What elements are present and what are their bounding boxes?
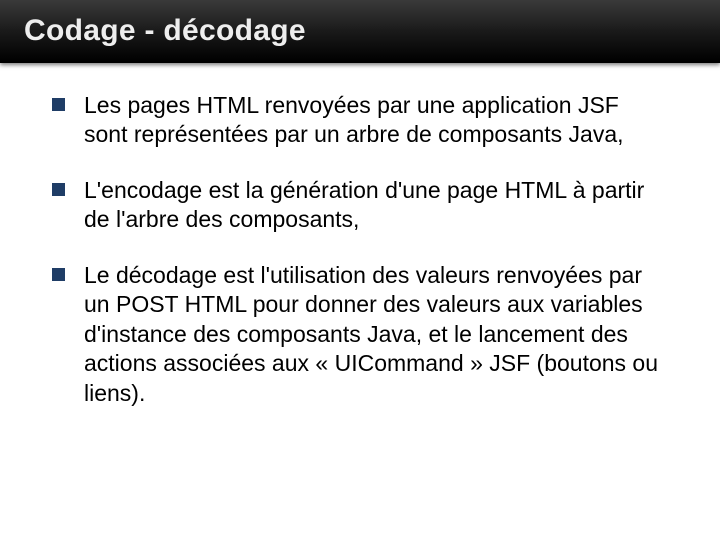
slide-content: Les pages HTML renvoyées par une applica… [0,63,720,454]
list-item: Les pages HTML renvoyées par une applica… [52,91,668,150]
bullet-list: Les pages HTML renvoyées par une applica… [52,91,668,408]
bullet-text: Les pages HTML renvoyées par une applica… [84,92,624,147]
slide-title: Codage - décodage [24,14,700,48]
title-bar: Codage - décodage [0,0,720,63]
slide: Codage - décodage Les pages HTML renvoyé… [0,0,720,540]
bullet-text: Le décodage est l'utilisation des valeur… [84,262,658,406]
list-item: Le décodage est l'utilisation des valeur… [52,261,668,408]
bullet-text: L'encodage est la génération d'une page … [84,177,644,232]
list-item: L'encodage est la génération d'une page … [52,176,668,235]
